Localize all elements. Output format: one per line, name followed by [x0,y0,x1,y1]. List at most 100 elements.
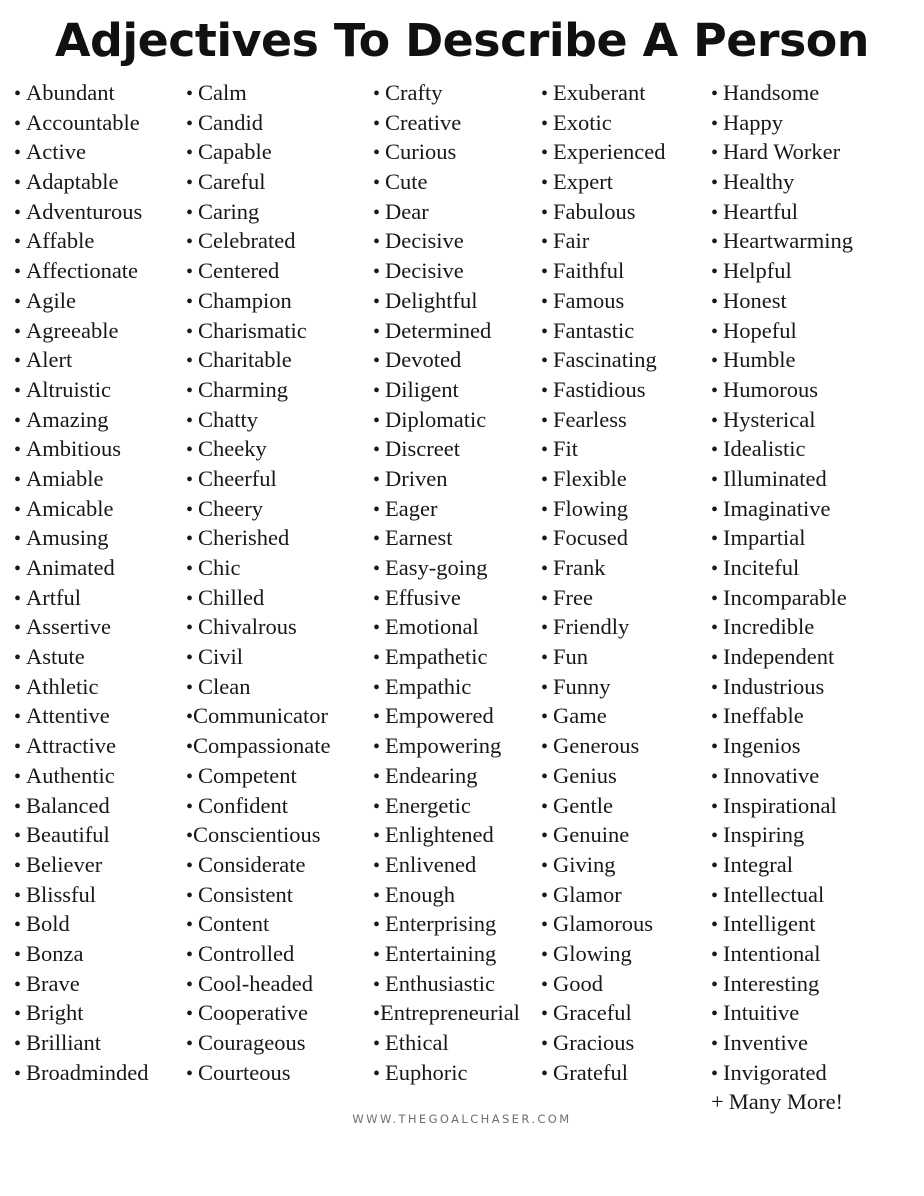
list-item: • Empowered [373,701,527,731]
list-item: • Hopeful [711,316,909,346]
adjective-label: Enterprising [385,911,497,937]
bullet-icon: • [541,587,549,610]
bullet-icon: • [186,736,194,759]
bullet-icon: • [14,676,22,699]
adjective-label: Glamor [553,881,622,907]
bullet-icon: • [541,914,549,937]
adjective-label: Bright [26,1000,84,1026]
bullet-icon: • [541,795,549,818]
adjective-label: Decisive [385,258,464,284]
page-title: Adjectives To Describe A Person [55,14,869,67]
list-item: • Free [541,583,697,613]
adjective-label: Curious [385,139,457,165]
bullet-icon: • [373,854,381,877]
list-item: • Exotic [541,108,697,138]
bullet-icon: • [373,617,381,640]
bullet-icon: • [14,558,22,580]
list-item: • Celebrated [186,226,359,256]
bullet-icon: • [711,825,719,848]
bullet-icon: • [186,439,194,462]
bullet-icon: • [373,142,381,165]
list-item: • Heartwarming [711,226,909,256]
list-item: • Chic [186,553,359,583]
bullet-icon: • [373,1033,381,1055]
adjective-label: Balanced [26,792,110,818]
adjective-label: Brave [26,970,80,996]
adjective-label: Game [553,703,607,729]
adjective-label: Charitable [198,347,292,373]
bullet-icon: • [541,172,549,195]
list-item: • Hard Worker [711,137,909,167]
adjective-label: Diligent [385,376,459,402]
bullet-icon: • [14,736,22,759]
adjective-label: Fantastic [553,317,635,343]
bullet-icon: • [186,468,194,491]
bullet-icon: • [14,914,22,937]
list-item: • Humorous [711,375,909,405]
adjective-label: Fascinating [553,347,657,373]
list-item: • Energetic [373,791,527,821]
adjective-label: Incredible [723,614,815,640]
adjective-label: Cute [385,169,428,195]
adjective-label: Impartial [723,525,806,551]
list-item: • Enthusiastic [373,969,527,999]
adjective-column-5: • Handsome • Happy • Hard Worker • Healthy • Hear… [697,78,909,1117]
bullet-icon: • [186,1033,194,1055]
list-item: • Glamor [541,880,697,910]
bullet-icon: • [711,587,719,610]
bullet-icon: • [186,617,194,640]
bullet-icon: • [711,201,719,224]
list-item: • Accountable [14,108,172,138]
list-item: • Enterprising [373,909,527,939]
adjective-label: Humorous [723,376,819,402]
list-item: • Considerate [186,850,359,880]
adjective-label: Earnest [385,525,453,551]
adjective-label: Exuberant [553,80,646,105]
list-item: • Charitable [186,345,359,375]
list-item: • Flexible [541,464,697,494]
bullet-icon: • [373,914,381,937]
bullet-icon: • [541,83,549,105]
adjective-label: Charismatic [198,317,307,343]
adjective-label: Intelligent [723,911,816,937]
list-item: • Inspirational [711,791,909,821]
many-more-label: Many More! [728,1089,844,1115]
list-item: • Chatty [186,405,359,435]
list-item: • Genuine [541,820,697,850]
bullet-icon: • [711,914,719,937]
bullet-icon: • [711,83,719,105]
adjective-label: Candid [198,109,264,135]
adjective-label: Happy [723,109,784,135]
list-item: • Enough [373,880,527,910]
adjective-label: Innovative [723,762,820,788]
adjective-label: Altruistic [26,376,112,402]
adjective-label: Honest [723,287,787,313]
adjective-label: Famous [553,287,625,313]
bullet-icon: • [541,706,549,729]
adjective-label: Cheery [198,495,263,521]
list-item: • Glamorous [541,909,697,939]
list-item: • Ingenios [711,731,909,761]
list-item: • Fun [541,642,697,672]
bullet-icon: • [541,439,549,462]
adjective-label: Assertive [26,614,111,640]
bullet-icon: • [186,765,194,788]
bullet-icon: • [186,1003,194,1026]
bullet-icon: • [711,617,719,640]
list-item: • Incredible [711,612,909,642]
list-item: • Gracious [541,1028,697,1058]
list-item: • Astute [14,642,172,672]
list-item: • Illuminated [711,464,909,494]
adjective-label: Expert [553,169,613,195]
bullet-icon: • [541,617,549,640]
adjective-label: Artful [26,584,82,610]
list-item: • Friendly [541,612,697,642]
adjective-column-2: • Calm • Candid • Capable • Careful • Caring • Cele… [172,78,359,1087]
adjective-label: Energetic [385,792,471,818]
bullet-icon: • [373,825,381,848]
bullet-icon: • [14,1033,22,1055]
list-item: • Empathetic [373,642,527,672]
adjective-label: Fearless [553,406,627,432]
list-item: • Intellectual [711,880,909,910]
bullet-icon: • [711,854,719,877]
